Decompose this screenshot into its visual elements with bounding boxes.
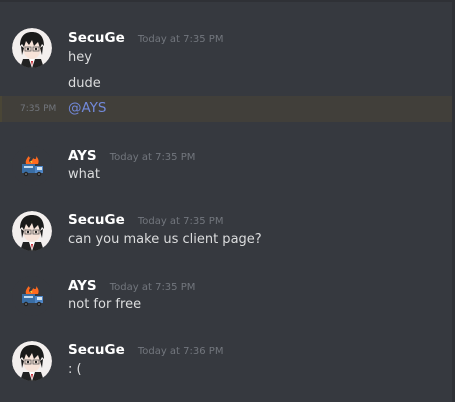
message-text: what: [68, 167, 100, 182]
author-line: AYS Today at 7:35 PM: [68, 275, 195, 294]
top-divider: [0, 0, 455, 2]
mention-highlight-row: 7:35 PM @AYS: [0, 96, 452, 122]
author-line: SecuGe Today at 7:35 PM: [68, 27, 223, 46]
message-text: not for free: [68, 297, 142, 312]
message-group-ays-1: AYS Today at 7:35 PM what: [0, 140, 452, 190]
author-line: SecuGe Today at 7:35 PM: [68, 209, 223, 228]
ays-avatar-icon[interactable]: [12, 146, 52, 186]
message-text: hey: [68, 50, 92, 65]
author-line: AYS Today at 7:35 PM: [68, 145, 195, 164]
secuge-avatar-icon[interactable]: [12, 28, 52, 68]
secuge-avatar-icon[interactable]: [12, 341, 52, 381]
chat-messages: SecuGe Today at 7:35 PM hey dude 7:35 PM…: [0, 0, 455, 402]
author-name[interactable]: AYS: [68, 148, 97, 164]
message-timestamp: Today at 7:35 PM: [137, 216, 224, 227]
ays-avatar-icon[interactable]: [12, 276, 52, 316]
message-timestamp: Today at 7:35 PM: [109, 152, 196, 163]
message-text: : (: [68, 362, 82, 377]
author-name[interactable]: AYS: [68, 278, 97, 294]
message-text: dude: [68, 76, 101, 91]
message-group-ays-2: AYS Today at 7:35 PM not for free: [0, 270, 452, 320]
author-line: SecuGe Today at 7:36 PM: [68, 339, 223, 358]
message-timestamp: Today at 7:35 PM: [109, 282, 196, 293]
message-group-secuge-2: SecuGe Today at 7:35 PM can you make us …: [0, 205, 452, 255]
message-text: can you make us client page?: [68, 232, 262, 247]
message-group-secuge-3: SecuGe Today at 7:36 PM : (: [0, 335, 452, 395]
hover-timestamp: 7:35 PM: [20, 104, 57, 114]
author-name[interactable]: SecuGe: [68, 212, 125, 228]
message-timestamp: Today at 7:36 PM: [137, 346, 224, 357]
user-mention[interactable]: @AYS: [68, 100, 107, 116]
author-name[interactable]: SecuGe: [68, 30, 125, 46]
message-timestamp: Today at 7:35 PM: [137, 34, 224, 45]
author-name[interactable]: SecuGe: [68, 342, 125, 358]
secuge-avatar-icon[interactable]: [12, 211, 52, 251]
